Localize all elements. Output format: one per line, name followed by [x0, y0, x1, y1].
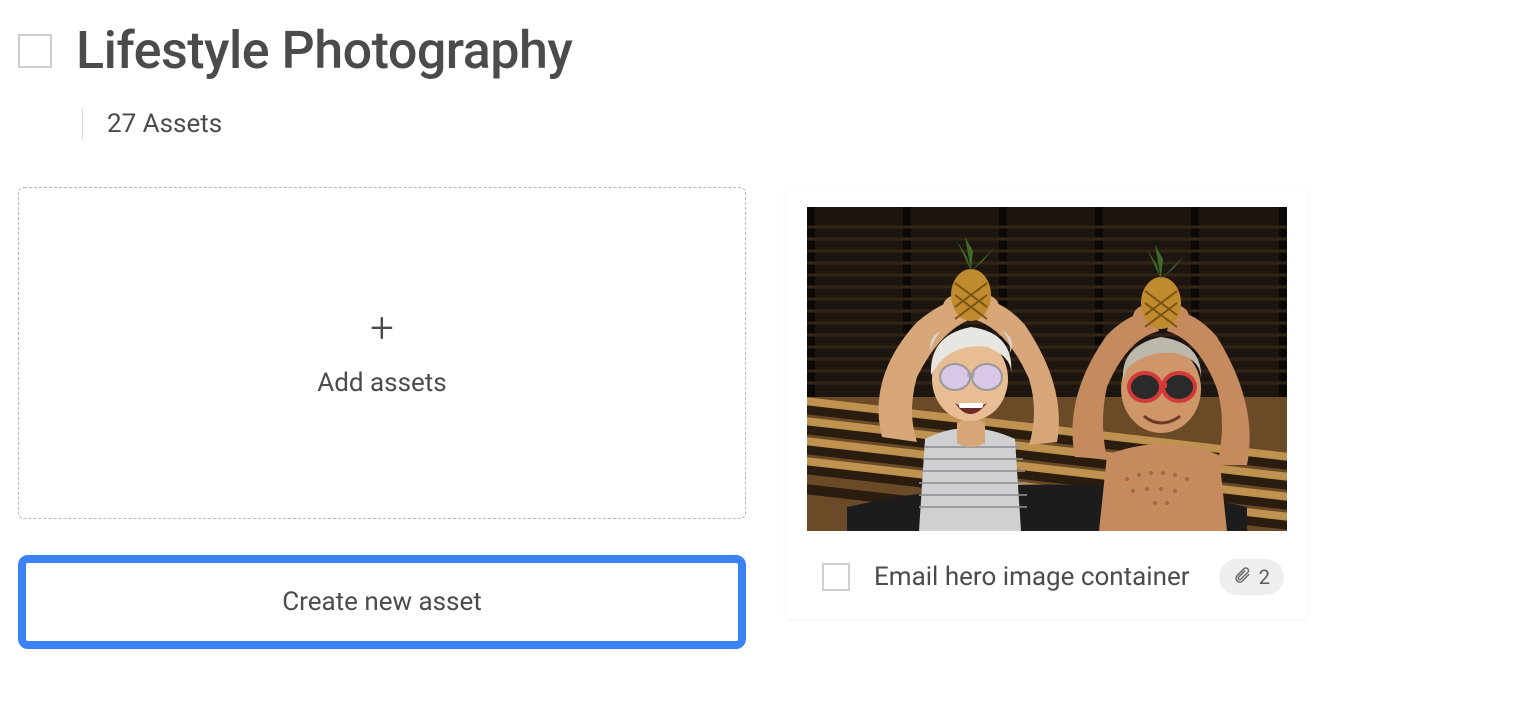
asset-thumbnail — [807, 207, 1287, 531]
create-new-asset-button[interactable]: Create new asset — [18, 555, 746, 649]
page-title: Lifestyle Photography — [76, 20, 572, 81]
asset-title: Email hero image container — [874, 562, 1219, 592]
asset-select-checkbox[interactable] — [822, 563, 850, 591]
attachment-badge[interactable]: 2 — [1219, 559, 1284, 595]
create-new-asset-label: Create new asset — [282, 587, 482, 617]
asset-card[interactable]: Email hero image container 2 — [786, 187, 1308, 619]
select-all-checkbox[interactable] — [18, 34, 52, 68]
add-assets-label: Add assets — [317, 368, 446, 398]
paperclip-icon — [1233, 565, 1251, 589]
divider — [82, 109, 83, 139]
plus-icon: + — [370, 308, 394, 350]
asset-count-label: 27 Assets — [107, 109, 222, 139]
attachment-count: 2 — [1259, 565, 1270, 589]
add-assets-dropzone[interactable]: + Add assets — [18, 187, 746, 519]
